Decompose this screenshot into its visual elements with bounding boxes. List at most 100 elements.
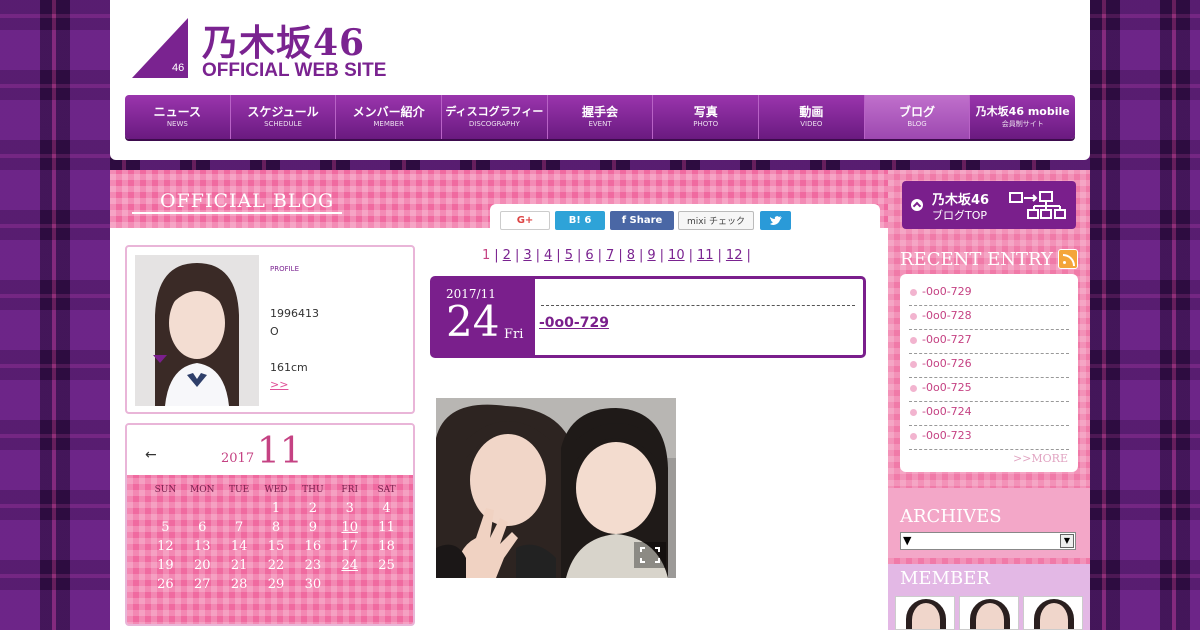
nav-member[interactable]: メンバー紹介 MEMBER xyxy=(336,95,443,139)
calendar-day[interactable]: 10 xyxy=(331,520,368,539)
member-thumbnail[interactable] xyxy=(1023,596,1083,630)
page-separator: | xyxy=(688,248,693,263)
entry-photo[interactable] xyxy=(436,398,676,578)
calendar-day: 15 xyxy=(267,539,285,554)
page-link[interactable]: 9 xyxy=(647,248,655,263)
calendar-body: SUN MON TUE WED THU FRI SAT 1 2 3 4 5 6 7 8 9 10 11 12 13 14… xyxy=(127,475,413,624)
calendar-day: 22 xyxy=(267,558,285,573)
entry-title-link[interactable]: -0o0-729 xyxy=(539,315,609,331)
nav-mobile[interactable]: 乃木坂46 mobile 会員制サイト xyxy=(970,95,1075,139)
twitter-button[interactable] xyxy=(760,211,791,230)
page-separator: | xyxy=(746,248,751,263)
archives-selected-value: ▼ xyxy=(903,534,912,547)
calendar-day: 20 xyxy=(194,558,211,573)
page-link[interactable]: 5 xyxy=(565,248,573,263)
calendar-empty-cell xyxy=(184,501,221,520)
calendar-day: 4 xyxy=(382,501,391,516)
page-link[interactable]: 11 xyxy=(697,248,714,263)
nav-photo[interactable]: 写真 PHOTO xyxy=(653,95,760,139)
calendar-day[interactable]: 24 xyxy=(331,558,368,577)
rss-icon[interactable] xyxy=(1058,249,1078,269)
nav-sublabel: MEMBER xyxy=(373,120,404,128)
page-link[interactable]: 6 xyxy=(585,248,593,263)
member-face xyxy=(976,603,1004,629)
page-separator: | xyxy=(638,248,644,263)
recent-item[interactable]: -0o0-729 xyxy=(909,282,1069,306)
calendar-weekday: MON xyxy=(190,485,215,495)
nav-discography[interactable]: ディスコグラフィー DISCOGRAPHY xyxy=(442,95,548,139)
nav-sublabel: BLOG xyxy=(907,120,927,128)
logo-title: 乃木坂46 xyxy=(202,22,366,64)
member-heading: MEMBER xyxy=(900,568,990,589)
profile-more-link[interactable]: >> xyxy=(270,378,288,391)
recent-item[interactable]: -0o0-726 xyxy=(909,354,1069,378)
gplus-label: G+ xyxy=(516,215,534,226)
recent-more-link[interactable]: >>MORE xyxy=(1013,452,1068,465)
calendar-day: 19 xyxy=(157,558,174,573)
member-portrait xyxy=(135,255,259,406)
calendar-empty-cell xyxy=(331,577,368,596)
site-logo[interactable]: 46 乃木坂46 OFFICIAL WEB SITE xyxy=(132,18,392,81)
avatar[interactable] xyxy=(135,255,259,406)
calendar-day: 3 xyxy=(345,501,354,516)
recent-item[interactable]: -0o0-723 xyxy=(909,426,1069,450)
recent-item[interactable]: -0o0-728 xyxy=(909,306,1069,330)
calendar-day: 23 xyxy=(304,558,322,573)
calendar-day: 29 xyxy=(267,577,285,592)
nav-sublabel: 会員制サイト xyxy=(1001,120,1044,128)
page-separator: | xyxy=(717,248,722,263)
page-link[interactable]: 4 xyxy=(544,248,552,263)
nav-blog[interactable]: ブログ BLOG xyxy=(864,95,971,139)
entry-date: 2017/11 24 Fri xyxy=(433,279,535,355)
member-thumbnail[interactable] xyxy=(895,596,955,630)
chevron-up-icon xyxy=(911,199,923,211)
nav-label: 握手会 xyxy=(582,105,619,119)
member-face xyxy=(912,603,940,629)
archives-select[interactable]: ▼ ▼ xyxy=(900,532,1076,550)
page-separator: | xyxy=(494,248,499,263)
chevron-down-icon: ▼ xyxy=(1060,534,1074,548)
nav-schedule[interactable]: スケジュール SCHEDULE xyxy=(231,95,337,139)
hatena-bookmark-button[interactable]: B! 6 xyxy=(555,211,605,230)
calendar-day: 6 xyxy=(198,520,207,535)
nav-label: ディスコグラフィー xyxy=(445,105,544,118)
gplus-button[interactable]: G+ xyxy=(500,211,550,230)
facebook-share-button[interactable]: f Share xyxy=(610,211,674,230)
calendar-prev-arrow-icon[interactable]: ← xyxy=(145,447,157,463)
main-nav: ニュース NEWS スケジュール SCHEDULE メンバー紹介 MEMBER … xyxy=(125,95,1075,139)
blog-top-button[interactable]: 乃木坂46 ブログTOP xyxy=(902,181,1076,229)
calendar-grid: SUN MON TUE WED THU FRI SAT 1 2 3 4 5 6 7 8 9 10 11 12 13 14… xyxy=(147,485,405,596)
page-link[interactable]: 7 xyxy=(606,248,614,263)
nav-video[interactable]: 動画 VIDEO xyxy=(759,95,865,139)
blog-top-label-2: ブログTOP xyxy=(932,209,988,222)
page-current: 1 xyxy=(482,248,491,263)
page-link[interactable]: 2 xyxy=(503,248,511,263)
calendar-day: 9 xyxy=(308,520,317,535)
calendar-empty-cell xyxy=(147,501,184,520)
nav-sublabel: VIDEO xyxy=(800,120,823,128)
recent-item[interactable]: -0o0-725 xyxy=(909,378,1069,402)
calendar-day: 30 xyxy=(304,577,322,592)
calendar-day: 13 xyxy=(194,539,211,554)
pagination: 1 | 2 | 3 | 4 | 5 | 6 | 7 | 8 | 9 | 10 | 11 | 12 | xyxy=(480,248,753,263)
mixi-check-button[interactable]: mixi チェック xyxy=(678,211,754,230)
page-link[interactable]: 12 xyxy=(726,248,743,263)
member-thumbnail[interactable] xyxy=(959,596,1019,630)
nav-label: メンバー紹介 xyxy=(352,105,425,119)
recent-item[interactable]: -0o0-724 xyxy=(909,402,1069,426)
nav-event[interactable]: 握手会 EVENT xyxy=(548,95,654,139)
page-separator: | xyxy=(618,248,623,263)
nav-news[interactable]: ニュース NEWS xyxy=(125,95,231,139)
recent-item[interactable]: -0o0-727 xyxy=(909,330,1069,354)
calendar-day: 5 xyxy=(161,520,170,535)
calendar-weekday: THU xyxy=(302,485,324,495)
calendar-day: 26 xyxy=(157,577,174,592)
entry-header: 2017/11 24 Fri -0o0-729 xyxy=(430,276,866,358)
page-link[interactable]: 10 xyxy=(668,248,685,263)
nav-sublabel: EVENT xyxy=(588,120,612,128)
page-link[interactable]: 8 xyxy=(627,248,635,263)
calendar-day: 2 xyxy=(308,501,317,516)
expand-icon[interactable] xyxy=(634,542,666,568)
site-header: 46 乃木坂46 OFFICIAL WEB SITE ニュース NEWS スケジ… xyxy=(110,0,1090,160)
page-link[interactable]: 3 xyxy=(523,248,531,263)
